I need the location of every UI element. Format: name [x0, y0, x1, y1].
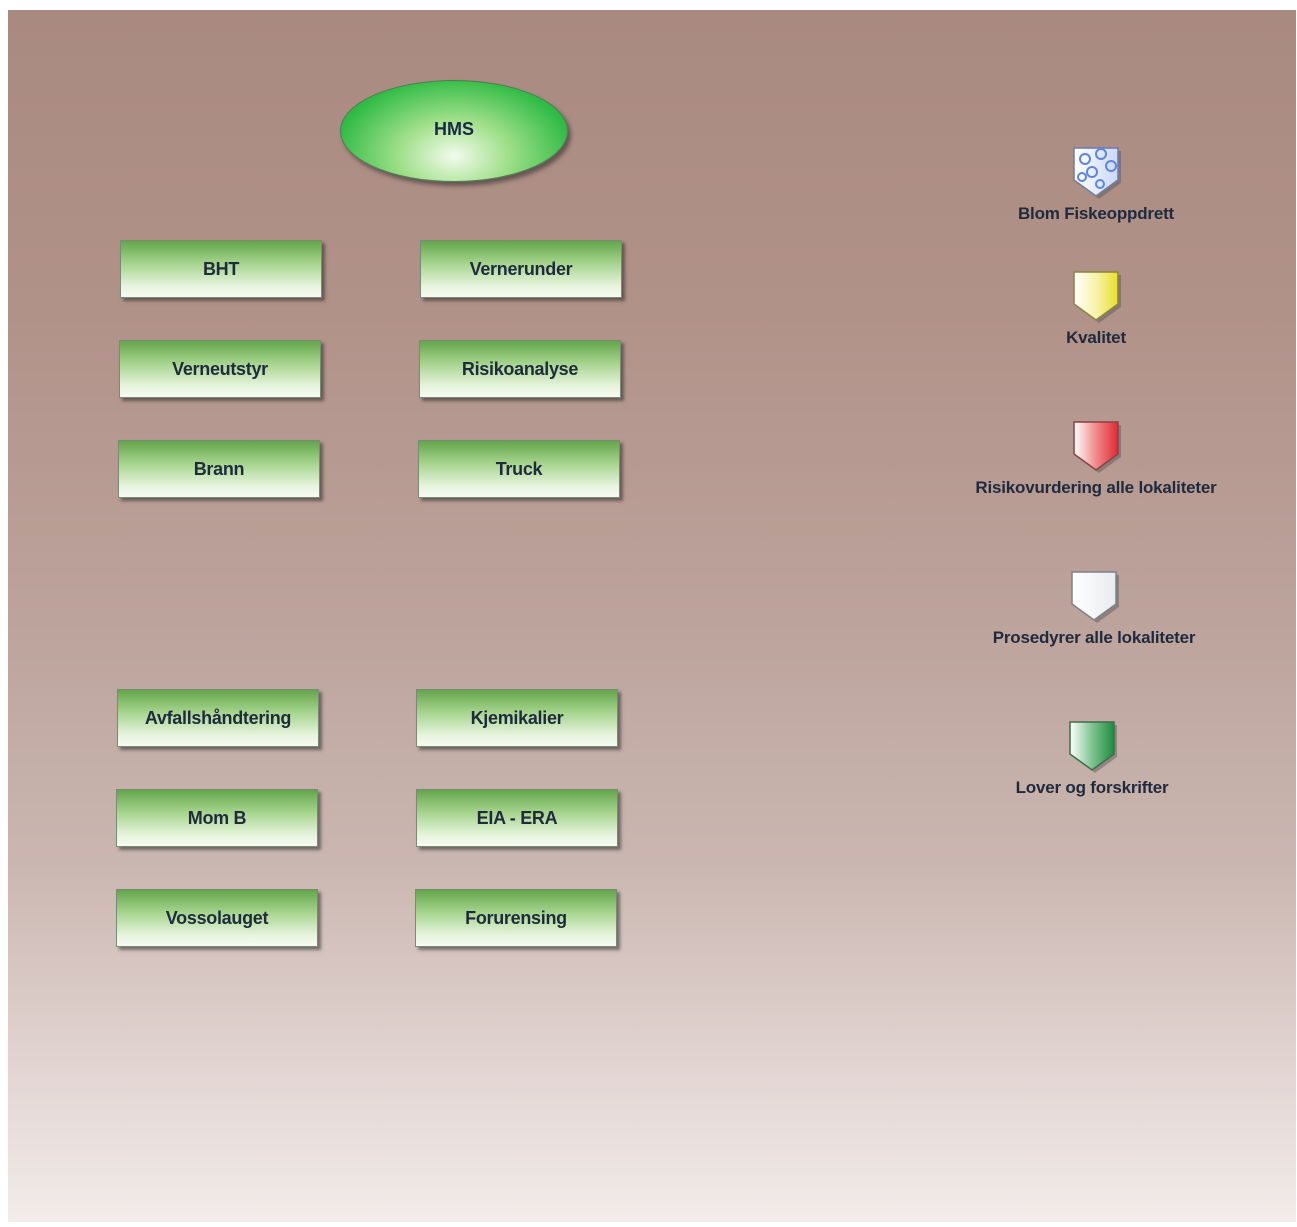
legend-item-lover-og-forskrifter[interactable]: Lover og forskrifter: [942, 718, 1242, 798]
root-node-label: HMS: [434, 118, 474, 139]
node-bht[interactable]: BHT: [120, 240, 322, 298]
legend-label: Blom Fiskeoppdrett: [1017, 204, 1175, 223]
node-label: Brann: [193, 458, 245, 479]
node-avfallshandtering[interactable]: Avfallshåndtering: [117, 689, 319, 747]
node-label: Truck: [495, 458, 543, 479]
green-shield-icon: [1069, 721, 1117, 773]
yellow-shield-icon: [1073, 271, 1121, 323]
node-eia-era[interactable]: EIA - ERA: [416, 789, 618, 847]
node-label: Forurensing: [465, 907, 567, 928]
legend-item-risikovurdering[interactable]: Risikovurdering alle lokaliteter: [946, 418, 1246, 498]
node-label: Vossolauget: [165, 907, 269, 928]
node-label: Verneutstyr: [172, 358, 268, 379]
node-label: Risikoanalyse: [461, 358, 579, 379]
legend-label: Risikovurdering alle lokaliteter: [975, 478, 1217, 497]
node-vossolauget[interactable]: Vossolauget: [116, 889, 318, 947]
node-mom-b[interactable]: Mom B: [116, 789, 318, 847]
blue-circles-shield-icon: [1073, 147, 1121, 199]
node-label: Vernerunder: [469, 258, 573, 279]
node-vernerunder[interactable]: Vernerunder: [420, 240, 622, 298]
node-label: Kjemikalier: [470, 707, 564, 728]
node-brann[interactable]: Brann: [118, 440, 320, 498]
node-truck[interactable]: Truck: [418, 440, 620, 498]
legend-label: Prosedyrer alle lokaliteter: [992, 628, 1196, 647]
node-label: Avfallshåndtering: [144, 707, 292, 728]
diagram-canvas: HMS BHT Vernerunder Verneutstyr Risikoan…: [8, 10, 1296, 1222]
legend-label: Kvalitet: [1066, 328, 1126, 347]
node-verneutstyr[interactable]: Verneutstyr: [119, 340, 321, 398]
legend-item-kvalitet[interactable]: Kvalitet: [946, 268, 1246, 348]
node-kjemikalier[interactable]: Kjemikalier: [416, 689, 618, 747]
white-shield-icon: [1071, 571, 1119, 623]
root-node-hms[interactable]: HMS: [340, 80, 568, 182]
node-label: BHT: [202, 258, 240, 279]
legend-item-prosedyrer[interactable]: Prosedyrer alle lokaliteter: [944, 568, 1244, 648]
node-risikoanalyse[interactable]: Risikoanalyse: [419, 340, 621, 398]
node-label: Mom B: [187, 807, 247, 828]
node-label: EIA - ERA: [476, 807, 558, 828]
legend-item-blom-fiskeoppdrett[interactable]: Blom Fiskeoppdrett: [946, 144, 1246, 224]
node-forurensing[interactable]: Forurensing: [415, 889, 617, 947]
legend-label: Lover og forskrifter: [1015, 778, 1169, 797]
red-shield-icon: [1073, 421, 1121, 473]
